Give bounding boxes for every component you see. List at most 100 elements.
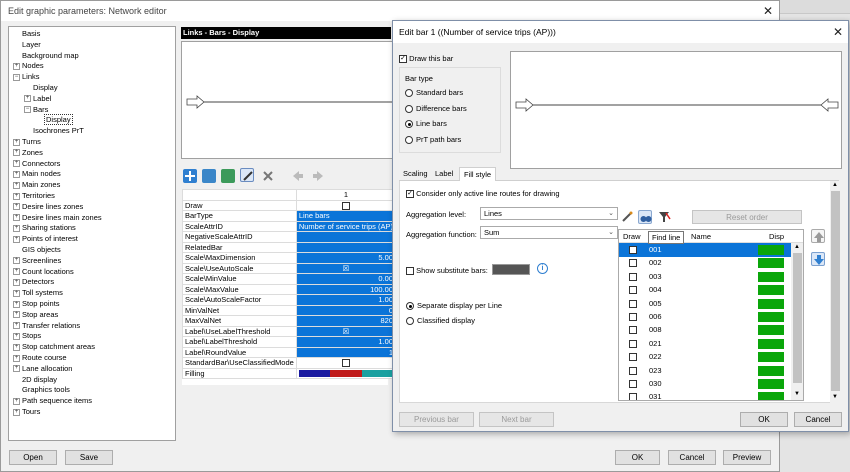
draw-checkbox[interactable]	[629, 313, 637, 321]
bar-type-radio[interactable]: Difference bars	[405, 104, 467, 113]
draw-checkbox[interactable]	[629, 380, 637, 388]
display-color-swatch[interactable]	[758, 258, 784, 269]
copy-icon[interactable]	[221, 169, 235, 183]
expand-toggle-icon[interactable]: +	[13, 214, 20, 222]
grid-row-value[interactable]	[295, 231, 397, 243]
checkbox-icon[interactable]	[341, 359, 350, 368]
tree-item[interactable]: + Route course	[13, 353, 67, 363]
main-close-button[interactable]: ✕	[763, 5, 773, 17]
scroll-thumb[interactable]	[793, 253, 802, 383]
display-color-swatch[interactable]	[758, 325, 784, 336]
dialog-scroll-thumb[interactable]	[831, 191, 840, 391]
grid-row-value[interactable]	[295, 367, 397, 379]
list-item[interactable]: 005	[619, 297, 791, 311]
cancel-button[interactable]: Cancel	[668, 450, 716, 465]
checkbox-icon[interactable]	[341, 201, 350, 210]
tree-item[interactable]: + Lane allocation	[13, 364, 72, 374]
list-item[interactable]: 006	[619, 310, 791, 324]
dialog-scroll-down-icon[interactable]: ▼	[832, 394, 838, 400]
display-color-swatch[interactable]	[758, 245, 784, 255]
tree-item[interactable]: + Transfer relations	[13, 321, 80, 331]
display-color-swatch[interactable]	[758, 312, 784, 322]
tree-item[interactable]: + Desire lines zones	[13, 202, 83, 212]
consider-active-checkbox[interactable]: ✓ Consider only active line routes for d…	[406, 189, 560, 199]
draw-checkbox[interactable]	[629, 353, 637, 362]
filling-swatch[interactable]	[298, 369, 394, 377]
expand-toggle-icon[interactable]: +	[13, 354, 20, 362]
expand-toggle-icon[interactable]: +	[13, 332, 20, 340]
grid-row-value[interactable]	[295, 357, 397, 369]
duplicate-icon[interactable]	[202, 169, 216, 183]
tree-item[interactable]: Graphics tools	[13, 385, 70, 395]
find-binoculars-icon[interactable]	[638, 210, 652, 224]
tree-item[interactable]: + Label	[24, 94, 51, 104]
filter-icon[interactable]	[657, 210, 671, 224]
reset-order-button[interactable]: Reset order	[692, 210, 802, 224]
draw-checkbox[interactable]	[629, 246, 637, 254]
expand-toggle-icon[interactable]: +	[13, 170, 20, 178]
previous-bar-button[interactable]: Previous bar	[399, 412, 474, 427]
expand-toggle-icon[interactable]: +	[13, 203, 20, 211]
grid-row-value[interactable]: 0	[295, 304, 397, 316]
list-item[interactable]: 003	[619, 270, 791, 284]
display-color-swatch[interactable]	[758, 271, 784, 282]
open-button[interactable]: Open	[9, 450, 57, 465]
aggregation-function-select[interactable]: Sum ⌄	[480, 226, 618, 239]
expand-toggle-icon[interactable]: +	[13, 149, 20, 157]
draw-checkbox[interactable]	[629, 366, 637, 375]
tree-item[interactable]: Display	[24, 83, 58, 93]
tree-item[interactable]: + Toll systems	[13, 288, 63, 298]
list-item[interactable]: 022	[619, 350, 791, 364]
delete-icon[interactable]	[261, 169, 275, 183]
expand-toggle-icon[interactable]: +	[13, 397, 20, 405]
tree-item[interactable]: + Stop areas	[13, 310, 58, 320]
tree-item[interactable]: + Sharing stations	[13, 223, 76, 233]
show-substitute-bars-checkbox[interactable]: Show substitute bars:	[406, 266, 488, 276]
grid-row-value[interactable]: ☒	[295, 262, 397, 274]
draw-checkbox[interactable]	[629, 259, 637, 268]
dialog-close-button[interactable]: ✕	[833, 26, 843, 38]
draw-checkbox[interactable]	[629, 339, 637, 348]
expand-toggle-icon[interactable]: +	[13, 268, 20, 276]
ok-button[interactable]: OK	[615, 450, 660, 465]
expand-toggle-icon[interactable]: +	[13, 300, 20, 308]
grid-row-value[interactable]: 5.00	[295, 252, 397, 264]
tree-item[interactable]: + Connectors	[13, 159, 60, 169]
display-option-radio[interactable]: Classified display	[406, 316, 475, 325]
tab-fill-style[interactable]: Fill style	[459, 167, 497, 181]
info-icon[interactable]: i	[537, 263, 548, 274]
tree-item[interactable]: + Nodes	[13, 61, 44, 71]
tree-item[interactable]: + Main nodes	[13, 169, 61, 179]
grid-row-value[interactable]: 820	[295, 315, 397, 327]
display-color-swatch[interactable]	[758, 285, 784, 296]
list-header-name[interactable]: Name	[691, 230, 711, 243]
display-color-swatch[interactable]	[758, 298, 784, 309]
tree-item[interactable]: Layer	[13, 40, 41, 50]
tree-item[interactable]: + Turns	[13, 137, 41, 147]
edit-icon[interactable]	[240, 168, 254, 182]
tree-item[interactable]: + Points of interest	[13, 234, 78, 244]
next-bar-button[interactable]: Next bar	[479, 412, 554, 427]
tree-item[interactable]: + Path sequence items	[13, 396, 92, 406]
tree-item[interactable]: Display	[35, 114, 73, 126]
tree-item[interactable]: + Zones	[13, 148, 43, 158]
grid-row-value[interactable]: Number of service trips (AP)	[295, 220, 397, 232]
dialog-cancel-button[interactable]: Cancel	[794, 412, 842, 427]
display-color-swatch[interactable]	[758, 379, 784, 389]
expand-toggle-icon[interactable]: +	[13, 235, 20, 243]
tree-item[interactable]: + Desire lines main zones	[13, 213, 102, 223]
tree-item[interactable]: + Count locations	[13, 267, 74, 277]
expand-toggle-icon[interactable]: +	[13, 160, 20, 168]
expand-toggle-icon[interactable]: +	[24, 95, 31, 103]
dialog-scrollbar[interactable]: ▲ ▼	[830, 181, 841, 403]
expand-toggle-icon[interactable]: +	[13, 138, 20, 146]
save-button[interactable]: Save	[65, 450, 113, 465]
expand-toggle-icon[interactable]: −	[24, 106, 31, 114]
list-item[interactable]: 008	[619, 323, 791, 337]
list-item[interactable]: 023	[619, 364, 791, 378]
draw-checkbox[interactable]	[629, 393, 637, 400]
display-color-swatch[interactable]	[758, 365, 784, 376]
list-vertical-scrollbar[interactable]: ▲ ▼	[791, 243, 803, 400]
list-item[interactable]: 001	[619, 243, 791, 257]
expand-toggle-icon[interactable]: +	[13, 408, 20, 416]
